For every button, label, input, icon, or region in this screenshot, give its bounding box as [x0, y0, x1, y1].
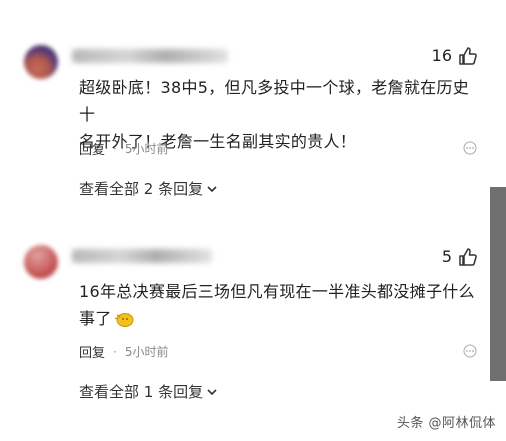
timestamp: 5小时前 [124, 142, 169, 156]
avatar[interactable] [24, 245, 58, 279]
username[interactable] [72, 49, 228, 63]
more-dots-icon[interactable] [462, 343, 478, 359]
separator-dot: · [113, 344, 117, 359]
emoji-icon [114, 312, 134, 327]
watermark: 头条 @阿林侃体 [396, 416, 496, 431]
thumbs-up-icon[interactable] [458, 247, 478, 267]
view-replies-button[interactable]: 查看全部 2 条回复 [79, 178, 218, 199]
comment-text-line: 超级卧底！38中5，但凡多投中一个球，老詹就在历史十 [79, 78, 470, 124]
chevron-down-icon [207, 388, 217, 395]
more-dots-icon[interactable] [462, 140, 478, 156]
scrollbar-thumb[interactable] [490, 187, 506, 381]
comment-text: 16年总决赛最后三场但凡有现在一半准头都没摊子什么 事了 [79, 278, 479, 332]
view-replies-label: 查看全部 1 条回复 [79, 383, 204, 401]
comment-text-line: 事了 [79, 309, 112, 328]
username[interactable] [72, 249, 212, 263]
comment-text-line: 16年总决赛最后三场但凡有现在一半准头都没摊子什么 [79, 282, 475, 301]
reply-button[interactable]: 回复 [79, 342, 105, 361]
view-replies-label: 查看全部 2 条回复 [79, 180, 204, 198]
like-count: 16 [431, 46, 452, 65]
view-replies-button[interactable]: 查看全部 1 条回复 [79, 381, 218, 402]
comment-text-line-wrapper: 事了 [79, 305, 479, 332]
thumbs-up-icon[interactable] [458, 46, 478, 66]
like-count: 5 [441, 247, 452, 266]
chevron-down-icon [207, 185, 217, 192]
timestamp: 5小时前 [124, 345, 169, 359]
avatar[interactable] [24, 45, 58, 79]
reply-button[interactable]: 回复 [79, 139, 105, 158]
separator-dot: · [113, 141, 117, 156]
comment-meta: 回复 · 5小时前 [79, 139, 169, 159]
comment-meta: 回复 · 5小时前 [79, 342, 169, 362]
